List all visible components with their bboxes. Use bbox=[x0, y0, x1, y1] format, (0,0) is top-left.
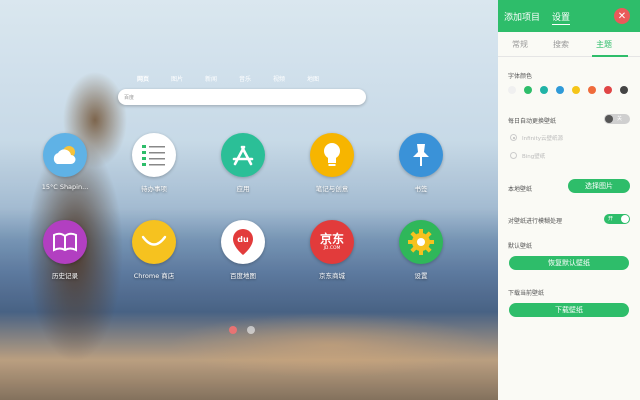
font-color-swatch-3[interactable] bbox=[540, 86, 548, 94]
page-dot-2[interactable] bbox=[247, 326, 255, 334]
lightbulb-icon bbox=[310, 133, 354, 177]
blur-toggle[interactable]: 开 bbox=[604, 214, 630, 224]
app-label: 设置 bbox=[414, 272, 428, 280]
pin-icon bbox=[399, 133, 443, 177]
close-button[interactable]: ✕ bbox=[614, 8, 630, 24]
font-color-swatch-8[interactable] bbox=[620, 86, 628, 94]
svg-text:du: du bbox=[237, 235, 249, 244]
subtab-theme[interactable]: 主题 bbox=[596, 39, 612, 50]
shopping-bag-icon bbox=[132, 220, 176, 264]
subtab-general[interactable]: 常规 bbox=[512, 39, 528, 50]
subtab-underline bbox=[592, 55, 628, 57]
subtab-search[interactable]: 搜索 bbox=[553, 39, 569, 50]
download-wallpaper-label: 下载当前壁纸 bbox=[508, 290, 545, 297]
app-store-icon bbox=[221, 133, 265, 177]
search-tab-video[interactable]: 视频 bbox=[262, 74, 296, 83]
local-wallpaper-label: 本地壁纸 bbox=[508, 186, 533, 193]
app-history[interactable]: 历史记录 bbox=[20, 220, 110, 280]
search-input[interactable] bbox=[130, 93, 330, 101]
jd-logo-subtext: JD.COM bbox=[323, 245, 341, 251]
daily-wallpaper-toggle[interactable]: 关 bbox=[604, 114, 630, 124]
app-notes[interactable]: 笔记与创意 bbox=[287, 133, 377, 193]
tab-add-item[interactable]: 添加项目 bbox=[504, 10, 540, 23]
app-store[interactable]: 应用 bbox=[198, 133, 288, 193]
search-tab-images[interactable]: 图片 bbox=[160, 74, 194, 83]
app-label: 笔记与创意 bbox=[315, 185, 349, 193]
map-pin-icon: du bbox=[221, 220, 265, 264]
app-label: 京东商城 bbox=[319, 272, 345, 280]
app-baidu-map[interactable]: du 百度地图 bbox=[198, 220, 288, 280]
page-indicator bbox=[229, 326, 255, 334]
restore-default-button[interactable]: 恢复默认壁纸 bbox=[509, 256, 629, 270]
app-label: 百度地图 bbox=[230, 272, 256, 280]
app-bookmarks[interactable]: 书签 bbox=[376, 133, 466, 193]
app-label: 应用 bbox=[236, 185, 250, 193]
jd-logo-text: 京东 bbox=[319, 231, 344, 246]
app-label: 历史记录 bbox=[52, 272, 78, 280]
search-tab-music[interactable]: 音乐 bbox=[228, 74, 262, 83]
page-dot-1[interactable] bbox=[229, 326, 237, 334]
wallpaper-source-label-bing: Bing壁纸 bbox=[522, 154, 546, 160]
font-color-swatch-6[interactable] bbox=[588, 86, 596, 94]
search-box[interactable]: 百度 bbox=[118, 89, 366, 105]
app-todo[interactable]: 待办事项 bbox=[109, 133, 199, 193]
download-wallpaper-button[interactable]: 下载壁纸 bbox=[509, 303, 629, 317]
default-wallpaper-label: 默认壁纸 bbox=[508, 243, 533, 250]
search-tab-news[interactable]: 新闻 bbox=[194, 74, 228, 83]
weather-cloud-icon bbox=[43, 133, 87, 177]
font-color-swatch-4[interactable] bbox=[556, 86, 564, 94]
panel-header: 添加项目 设置 ✕ bbox=[498, 0, 640, 32]
wallpaper-source-label-infinity: Infinity云壁纸源 bbox=[522, 136, 563, 142]
choose-image-button[interactable]: 选择图片 bbox=[568, 179, 630, 193]
search-tab-map[interactable]: 地图 bbox=[296, 74, 330, 83]
wallpaper-source-radio-bing[interactable] bbox=[510, 152, 517, 159]
app-label: 书签 bbox=[414, 185, 428, 193]
app-jd[interactable]: 京东 JD.COM 京东商城 bbox=[287, 220, 377, 280]
settings-panel: 添加项目 设置 ✕ 常规 搜索 主题 字体颜色 每日自动更换壁纸 关 Infin… bbox=[498, 0, 640, 400]
todo-list-icon bbox=[132, 133, 176, 177]
app-label: Chrome 商店 bbox=[133, 272, 175, 280]
close-icon: ✕ bbox=[617, 10, 627, 22]
font-color-swatch-7[interactable] bbox=[604, 86, 612, 94]
settings-subtabs: 常规 搜索 主题 bbox=[498, 32, 640, 57]
book-icon bbox=[43, 220, 87, 264]
tab-settings[interactable]: 设置 bbox=[552, 10, 571, 25]
gear-icon bbox=[399, 220, 443, 264]
jd-logo-icon: 京东 JD.COM bbox=[310, 220, 354, 264]
font-color-swatch-1[interactable] bbox=[508, 86, 516, 94]
font-color-swatch-5[interactable] bbox=[572, 86, 580, 94]
app-settings[interactable]: 设置 bbox=[376, 220, 466, 280]
wallpaper-source-radio-infinity[interactable] bbox=[510, 134, 517, 141]
search-tab-web[interactable]: 网页 bbox=[126, 74, 160, 83]
app-label: 待办事项 bbox=[141, 185, 167, 193]
blur-wallpaper-label: 对壁纸进行模糊处理 bbox=[508, 218, 563, 225]
search-type-tabs: 网页 图片 新闻 音乐 视频 地图 bbox=[126, 74, 330, 83]
app-chrome-store[interactable]: Chrome 商店 bbox=[109, 220, 199, 280]
daily-wallpaper-label: 每日自动更换壁纸 bbox=[508, 118, 557, 125]
font-color-label: 字体颜色 bbox=[508, 73, 533, 80]
app-label: 15°C Shapin... bbox=[41, 183, 89, 191]
app-weather[interactable]: 15°C Shapin... bbox=[20, 133, 110, 191]
font-color-swatch-2[interactable] bbox=[524, 86, 532, 94]
